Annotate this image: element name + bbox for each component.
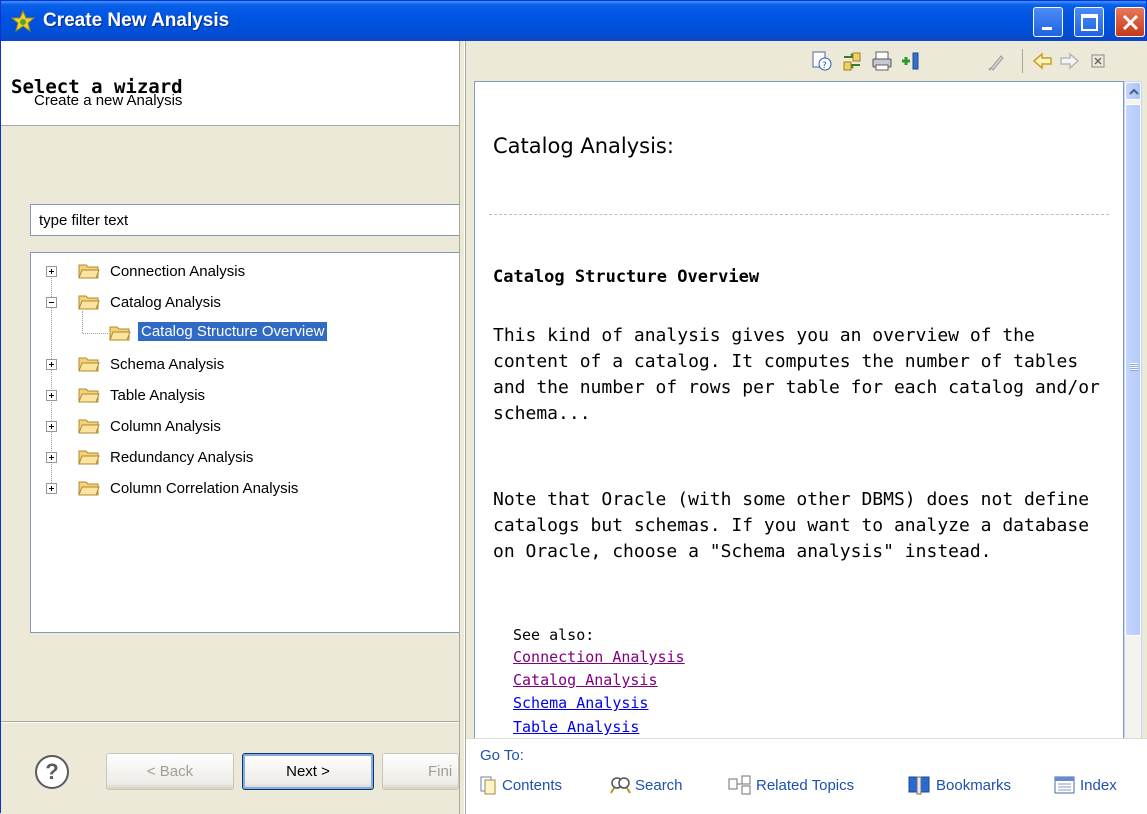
help-pane: ? Catalog Analysis: Catalog Structure Ov… (465, 41, 1147, 814)
help-paragraph: This kind of analysis gives you an overv… (493, 325, 1100, 424)
help-heading: Catalog Analysis: (493, 134, 674, 158)
wizard-window: Create New Analysis Select a wizard Crea… (0, 0, 1147, 814)
bookmark-add-icon[interactable] (899, 50, 921, 72)
toolbar-separator (1022, 49, 1023, 73)
chevron-up-icon (1129, 88, 1139, 95)
goto-bar: Go To: Contents Search Related Topics Bo… (466, 738, 1147, 814)
help-content: Catalog Analysis: Catalog Structure Over… (474, 81, 1124, 778)
help-subheading: Catalog Structure Overview (493, 267, 760, 287)
scroll-up-button[interactable] (1125, 82, 1141, 100)
link-catalog-analysis[interactable]: Catalog Analysis (513, 671, 658, 689)
tree-item-column-correlation-analysis[interactable]: Column Correlation Analysis (31, 477, 451, 501)
tree-item-redundancy-analysis[interactable]: Redundancy Analysis (31, 446, 451, 470)
folder-icon (78, 450, 100, 465)
tree-item-catalog-structure-overview[interactable]: Catalog Structure Overview (31, 322, 451, 346)
tree-item-connection-analysis[interactable]: Connection Analysis (31, 260, 451, 284)
title-bar[interactable]: Create New Analysis (1, 1, 1146, 41)
see-also-label: See also: (513, 626, 595, 644)
scroll-thumb[interactable] (1125, 104, 1141, 636)
wizard-tree[interactable]: Connection Analysis Catalog Analysis Cat… (30, 252, 460, 633)
tree-item-column-analysis[interactable]: Column Analysis (31, 415, 451, 439)
question-icon: ? (45, 759, 59, 784)
tree-item-label: Catalog Analysis (110, 294, 221, 311)
wizard-description: Create a new Analysis (34, 92, 183, 109)
help-toolbar: ? (466, 41, 1147, 81)
related-topics-icon (728, 775, 751, 795)
button-bar-separator (1, 721, 459, 723)
print-icon[interactable] (871, 50, 893, 72)
expand-icon[interactable] (46, 266, 57, 277)
forward-arrow-icon[interactable] (1059, 50, 1081, 72)
goto-item-label: Related Topics (756, 777, 855, 794)
finish-button[interactable]: Fini (382, 753, 459, 790)
link-connection-analysis[interactable]: Connection Analysis (513, 648, 685, 666)
minimize-icon (1042, 27, 1052, 30)
next-button[interactable]: Next > (242, 753, 374, 790)
show-in-contents-icon[interactable]: ? (811, 50, 833, 72)
minimize-button[interactable] (1033, 7, 1063, 37)
tree-item-table-analysis[interactable]: Table Analysis (31, 384, 451, 408)
close-icon (1122, 14, 1139, 31)
wizard-selection-pane: Select a wizard Create a new Analysis Co… (1, 41, 460, 814)
index-icon (1054, 776, 1075, 794)
contents-icon (480, 776, 496, 795)
back-arrow-icon[interactable] (1031, 50, 1053, 72)
vertical-scrollbar[interactable] (1124, 81, 1142, 778)
expand-icon[interactable] (46, 452, 57, 463)
expand-icon[interactable] (46, 421, 57, 432)
tree-item-schema-analysis[interactable]: Schema Analysis (31, 353, 451, 377)
sync-toc-icon[interactable] (841, 50, 863, 72)
back-button[interactable]: < Back (106, 753, 234, 790)
star-icon (11, 10, 35, 32)
link-table-analysis[interactable]: Table Analysis (513, 718, 639, 736)
tree-item-catalog-analysis[interactable]: Catalog Analysis (31, 291, 451, 315)
folder-icon (78, 264, 100, 279)
tree-item-label: Column Correlation Analysis (110, 480, 299, 497)
folder-icon (78, 481, 100, 496)
folder-icon (78, 419, 100, 434)
help-paragraph: Note that Oracle (with some other DBMS) … (493, 489, 1090, 562)
collapse-icon[interactable] (46, 297, 57, 308)
window-title: Create New Analysis (43, 10, 230, 31)
tree-item-label: Schema Analysis (110, 356, 225, 373)
maximize-icon (1081, 14, 1098, 31)
close-icon[interactable] (1087, 50, 1109, 72)
tree-item-label: Connection Analysis (110, 263, 246, 280)
close-button[interactable] (1115, 7, 1145, 37)
bookmarks-icon (908, 776, 930, 795)
link-schema-analysis[interactable]: Schema Analysis (513, 694, 648, 712)
maximize-button[interactable] (1074, 7, 1104, 37)
grip-icon (1130, 363, 1138, 371)
expand-icon[interactable] (46, 483, 57, 494)
goto-item-label: Search (635, 777, 683, 794)
goto-item-label: Bookmarks (936, 777, 1012, 794)
expand-icon[interactable] (46, 390, 57, 401)
highlight-search-icon[interactable] (985, 50, 1007, 72)
tree-item-label: Catalog Structure Overview (138, 322, 328, 341)
goto-label: Go To: (480, 747, 524, 764)
tree-item-label: Table Analysis (110, 387, 206, 404)
expand-icon[interactable] (46, 359, 57, 370)
folder-open-icon (78, 295, 100, 310)
goto-item-label: Contents (502, 777, 563, 794)
goto-item-label: Index (1080, 777, 1117, 794)
folder-icon (78, 357, 100, 372)
help-rule (489, 214, 1109, 215)
filter-input[interactable] (30, 204, 460, 236)
folder-open-icon (109, 326, 131, 341)
tree-item-label: Column Analysis (110, 418, 221, 435)
tree-item-label: Redundancy Analysis (110, 449, 254, 466)
folder-icon (78, 388, 100, 403)
search-icon (610, 777, 631, 794)
svg-text:?: ? (822, 61, 827, 71)
help-button[interactable]: ? (35, 755, 69, 789)
